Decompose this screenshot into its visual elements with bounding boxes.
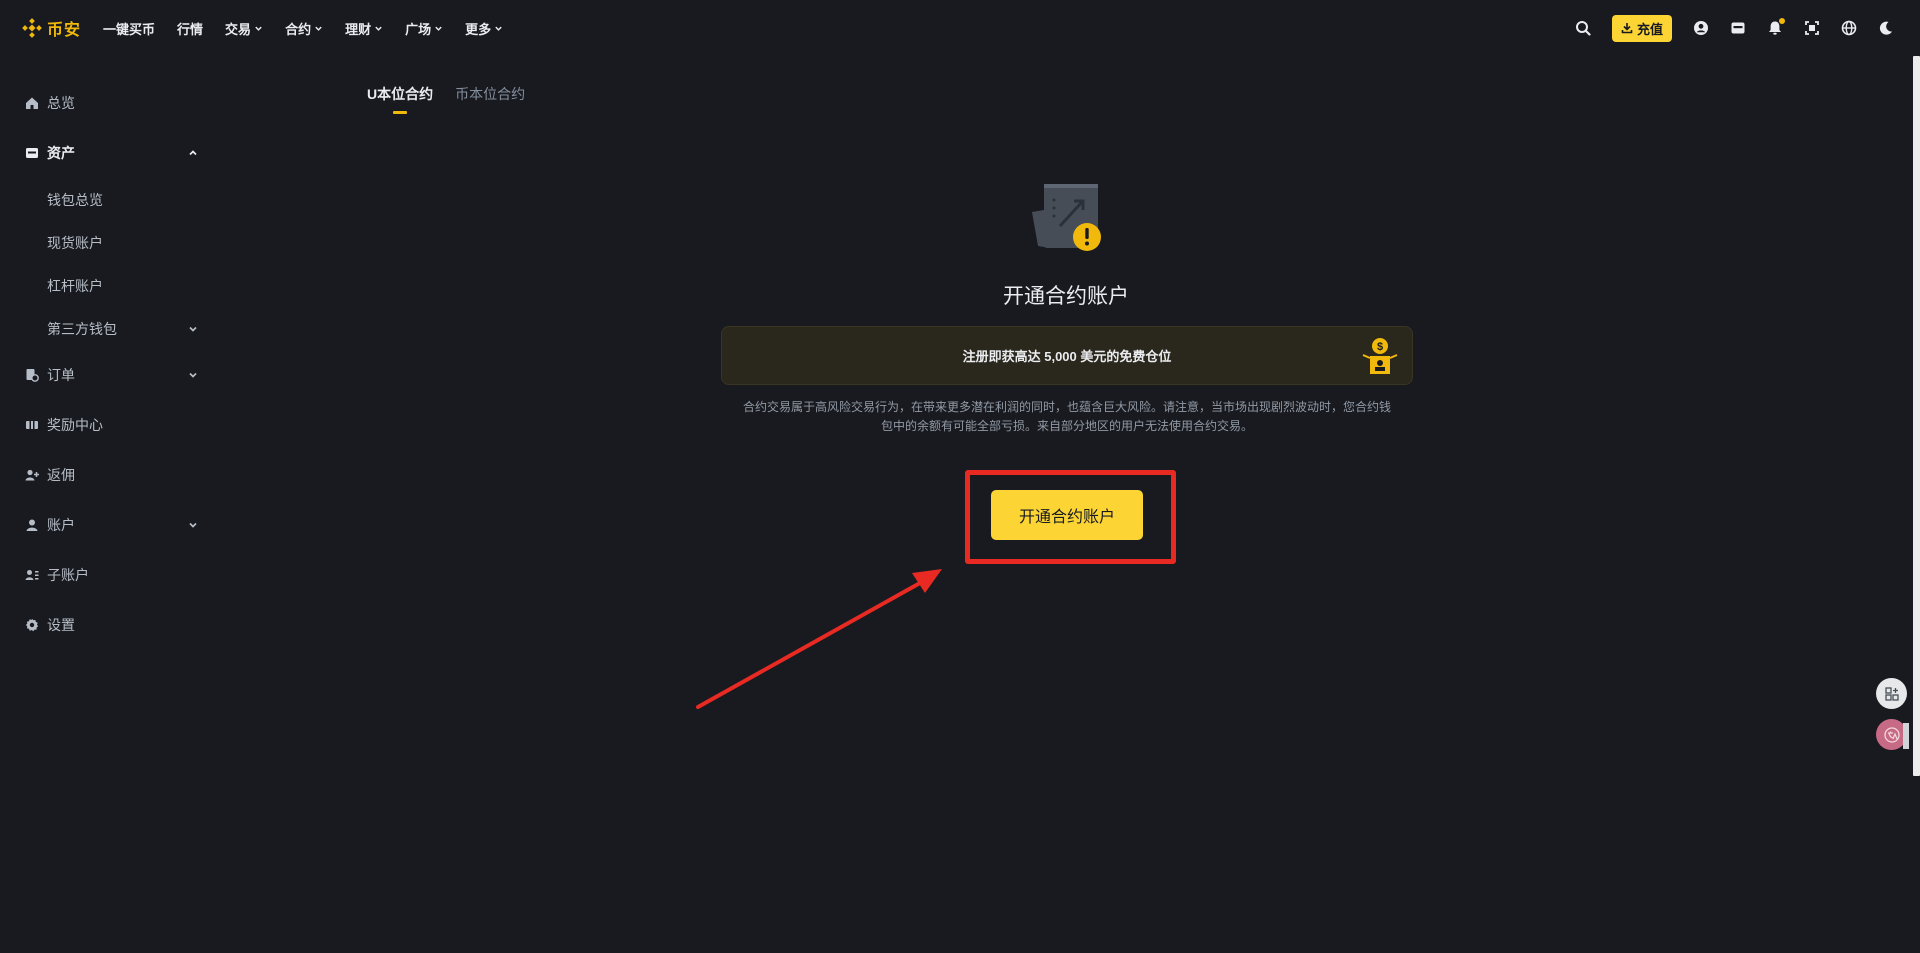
sidebar-item-third-party-wallet[interactable]: 第三方钱包 xyxy=(0,307,210,350)
reward-icon xyxy=(24,418,39,433)
deposit-button[interactable]: 充值 xyxy=(1611,14,1672,42)
gift-box-icon: $ xyxy=(1362,338,1398,374)
page-title: 开通合约账户 xyxy=(1003,285,1129,308)
nav-item-earn[interactable]: 理财 xyxy=(345,19,383,38)
nav-label: 广场 xyxy=(405,21,432,37)
promo-banner[interactable]: 注册即获高达 5,000 美元的免费仓位 $ xyxy=(721,326,1413,385)
top-navbar: 币安 一键买币 行情 交易 合约 理财 广场 更多 充值 xyxy=(0,0,1920,56)
svg-text:$: $ xyxy=(1377,341,1383,353)
download-icon xyxy=(1621,23,1633,34)
translate-icon xyxy=(1883,726,1900,743)
sidebar-item-label: 子账户 xyxy=(47,567,89,583)
sidebar-item-overview[interactable]: 总览 xyxy=(0,78,210,128)
sidebar-item-wallet-overview[interactable]: 钱包总览 xyxy=(0,178,210,221)
nav-label: 理财 xyxy=(345,21,372,37)
risk-disclaimer: 合约交易属于高风险交易行为，在带来更多潜在利润的同时，也蕴含巨大风险。请注意，当… xyxy=(721,398,1413,436)
scan-icon[interactable] xyxy=(1803,20,1820,37)
sidebar-item-label: 第三方钱包 xyxy=(47,320,117,337)
sidebar-item-label: 奖励中心 xyxy=(47,417,103,433)
moon-icon[interactable] xyxy=(1877,20,1894,37)
sidebar-item-label: 钱包总览 xyxy=(47,191,103,208)
home-icon xyxy=(24,96,39,111)
subaccount-icon xyxy=(24,568,39,583)
sidebar: 总览 资产 钱包总览 现货账户 杠杆账户 第三方钱包 订单 奖励中心 返佣 账户… xyxy=(0,78,210,650)
nav-item-futures[interactable]: 合约 xyxy=(285,19,323,38)
nav-item-square[interactable]: 广场 xyxy=(405,19,443,38)
annotation-arrow-icon xyxy=(696,569,942,709)
nav-label: 一键买币 xyxy=(103,21,156,37)
open-futures-account-button[interactable]: 开通合约账户 xyxy=(991,490,1143,540)
bell-icon[interactable] xyxy=(1766,17,1785,37)
gear-icon xyxy=(24,618,39,633)
sidebar-item-spot-account[interactable]: 现货账户 xyxy=(0,221,210,264)
widget-side-tab[interactable] xyxy=(1903,723,1909,749)
globe-icon[interactable] xyxy=(1840,20,1857,37)
topbar-actions: 充值 xyxy=(1575,0,1894,56)
nav-label: 更多 xyxy=(465,21,492,37)
disclaimer-line-2: 包中的余额有可能全部亏损。来自部分地区的用户无法使用合约交易。 xyxy=(880,419,1253,433)
nav-item-markets[interactable]: 行情 xyxy=(177,19,203,38)
sidebar-item-label: 资产 xyxy=(47,145,75,161)
disclaimer-line-1: 合约交易属于高风险交易行为，在带来更多潜在利润的同时，也蕴含巨大风险。请注意，当… xyxy=(742,400,1391,414)
logo-text: 币安 xyxy=(47,22,82,39)
sidebar-item-assets[interactable]: 资产 xyxy=(0,128,210,178)
chevron-down-icon xyxy=(255,26,262,31)
sidebar-item-label: 设置 xyxy=(47,617,75,633)
chevron-down-icon xyxy=(315,26,322,31)
grid-plus-icon xyxy=(1884,686,1899,701)
binance-logo-icon xyxy=(22,18,42,38)
chevron-down-icon xyxy=(495,26,502,31)
nav-item-trade[interactable]: 交易 xyxy=(225,19,263,38)
main-nav: 一键买币 行情 交易 合约 理财 广场 更多 xyxy=(103,19,525,38)
sidebar-item-account[interactable]: 账户 xyxy=(0,500,210,550)
sidebar-item-label: 总览 xyxy=(47,95,75,111)
sidebar-item-referral[interactable]: 返佣 xyxy=(0,450,210,500)
chevron-down-icon xyxy=(189,522,197,528)
user-icon xyxy=(24,518,39,533)
user-icon[interactable] xyxy=(1692,20,1709,37)
nav-label: 合约 xyxy=(285,21,312,37)
deposit-label: 充值 xyxy=(1636,21,1663,37)
tab-coinm-futures[interactable]: 币本位合约 xyxy=(455,84,525,114)
sidebar-item-label: 账户 xyxy=(47,517,75,533)
chevron-up-icon xyxy=(189,150,197,156)
chevron-down-icon xyxy=(189,326,197,332)
sidebar-item-label: 返佣 xyxy=(47,467,75,483)
nav-item-more[interactable]: 更多 xyxy=(465,19,503,38)
notification-dot xyxy=(1779,17,1785,24)
chevron-down-icon xyxy=(375,26,382,31)
page-scrollbar[interactable] xyxy=(1913,56,1920,776)
chevron-down-icon xyxy=(189,372,197,378)
sidebar-item-sub-accounts[interactable]: 子账户 xyxy=(0,550,210,600)
sidebar-item-settings[interactable]: 设置 xyxy=(0,600,210,650)
scrollbar-track xyxy=(1913,776,1920,953)
chevron-down-icon xyxy=(435,26,442,31)
sidebar-item-orders[interactable]: 订单 xyxy=(0,350,210,400)
sidebar-item-rewards[interactable]: 奖励中心 xyxy=(0,400,210,450)
search-icon[interactable] xyxy=(1575,20,1592,37)
nav-label: 行情 xyxy=(177,21,204,37)
sidebar-item-label: 现货账户 xyxy=(47,234,103,251)
futures-warning-illustration-icon xyxy=(1032,184,1101,251)
nav-label: 交易 xyxy=(225,21,252,37)
promo-text: 注册即获高达 5,000 美元的免费仓位 xyxy=(962,349,1172,364)
futures-type-tabs: U本位合约 币本位合约 xyxy=(367,84,525,114)
wallet-icon[interactable] xyxy=(1729,20,1746,37)
sidebar-item-label: 订单 xyxy=(47,367,75,383)
sidebar-item-label: 杠杆账户 xyxy=(47,277,103,294)
binance-logo[interactable]: 币安 xyxy=(22,16,81,40)
sidebar-item-margin-account[interactable]: 杠杆账户 xyxy=(0,264,210,307)
tab-usdm-futures[interactable]: U本位合约 xyxy=(367,84,433,114)
wallet-icon xyxy=(24,146,39,161)
order-icon xyxy=(24,368,39,383)
referral-icon xyxy=(24,468,39,483)
nav-item-buy-crypto[interactable]: 一键买币 xyxy=(103,19,155,38)
widget-grid-button[interactable] xyxy=(1876,678,1907,709)
